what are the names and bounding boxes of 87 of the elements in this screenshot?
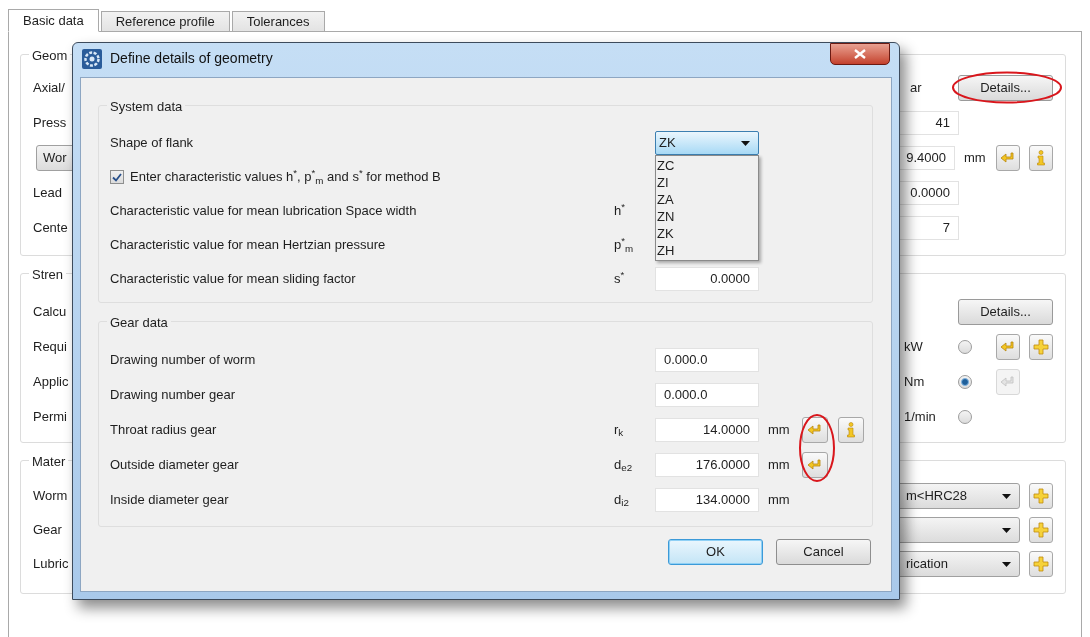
dropdown-option[interactable]: ZI	[656, 174, 758, 191]
field-label: Characteristic value for mean sliding factor	[110, 270, 357, 289]
unit-label: Nm	[903, 372, 926, 391]
input-field[interactable]: 14.0000	[655, 417, 759, 442]
apply-button[interactable]	[995, 333, 1020, 360]
dropdown-option[interactable]: ZK	[656, 225, 758, 242]
field-label: Cente	[33, 218, 68, 237]
field-label: Shape of flank	[110, 134, 195, 153]
apply-button[interactable]	[996, 144, 1020, 171]
radio-button[interactable]	[957, 374, 972, 389]
symbol-label: s$^{*}$	[614, 271, 625, 287]
caret-icon	[741, 140, 750, 146]
dropdown[interactable]: ZK	[655, 131, 759, 155]
close-icon	[854, 49, 866, 59]
input-field[interactable]: 0.000.0	[655, 382, 759, 407]
add-button[interactable]	[1028, 517, 1053, 543]
dialog-button[interactable]: OK	[668, 539, 763, 565]
plus-icon	[1032, 338, 1049, 355]
close-button[interactable]	[830, 43, 890, 65]
field-label: Inside diameter gear	[110, 490, 230, 509]
add-button[interactable]	[1028, 333, 1053, 360]
caret-icon	[1001, 493, 1011, 499]
field-label: Press	[33, 113, 67, 132]
symbol-label: r$_{k}$	[614, 421, 624, 437]
return-arrow-icon	[999, 340, 1016, 353]
field-label: Lead	[33, 183, 62, 202]
dropdown-option[interactable]: ZH	[656, 242, 758, 259]
add-button[interactable]	[1028, 483, 1053, 509]
dropdown-option[interactable]: ZA	[656, 191, 758, 208]
input-field[interactable]: 0.000.0	[655, 347, 759, 372]
unit-label: mm	[768, 490, 791, 509]
symbol-label: d$_{e2}$	[614, 456, 633, 472]
info-icon	[846, 421, 856, 438]
field-label: ar	[909, 78, 922, 97]
return-arrow-icon	[999, 151, 1016, 164]
unit-label: kW	[903, 337, 924, 356]
dropdown-option[interactable]: ZC	[656, 157, 758, 174]
tab[interactable]: Basic data	[8, 9, 99, 32]
dialog-button[interactable]: Cancel	[776, 539, 871, 565]
radio-button[interactable]	[957, 339, 972, 354]
window-title: Define details of geometry	[110, 49, 273, 68]
details-button[interactable]: Details...	[958, 74, 1053, 101]
return-arrow-icon	[807, 423, 823, 436]
field-label: Gear	[33, 521, 62, 540]
caret-icon	[1001, 527, 1011, 533]
unit-label: mm	[963, 148, 987, 167]
field-label: Drawing number gear	[110, 385, 236, 404]
radio-button[interactable]	[957, 409, 972, 424]
info-icon	[1036, 149, 1047, 166]
checkbox[interactable]	[110, 170, 124, 184]
caret-icon	[1001, 561, 1011, 567]
tab[interactable]: Reference profile	[100, 11, 230, 32]
field-label: Calcu	[33, 302, 67, 321]
field-label: Characteristic value for mean Hertzian pressure	[110, 236, 387, 255]
plus-icon	[1032, 556, 1049, 572]
field-label: Outside diameter gear	[110, 455, 240, 474]
apply-button[interactable]	[802, 451, 828, 478]
input-field[interactable]: 176.0000	[655, 452, 759, 477]
dropdown-option[interactable]: ZN	[656, 208, 758, 225]
return-arrow-icon	[807, 458, 823, 471]
field-label: Requi	[33, 337, 67, 356]
app-icon	[82, 48, 102, 69]
plus-icon	[1032, 488, 1049, 504]
symbol-label: d$_{i2}$	[614, 491, 629, 507]
info-button[interactable]	[1029, 144, 1053, 171]
unit-label: mm	[768, 455, 791, 474]
field-label: Permi	[33, 407, 67, 426]
plus-icon	[1032, 522, 1049, 538]
unit-label: 1/min	[903, 407, 937, 426]
return-arrow-icon	[999, 375, 1016, 388]
info-button[interactable]	[838, 416, 864, 443]
field-label: Applic	[33, 372, 69, 391]
symbol-label: h$^{*}$	[614, 203, 626, 219]
tab[interactable]: Tolerances	[231, 11, 325, 32]
input-field[interactable]: 0.0000	[655, 267, 759, 291]
unit-label: mm	[768, 420, 791, 439]
field-label: Characteristic value for mean lubrication Space width	[110, 202, 418, 221]
field-label: Lubric	[33, 555, 69, 574]
apply-button[interactable]	[802, 416, 828, 443]
add-button[interactable]	[1028, 551, 1053, 577]
field-label: Axial/	[33, 78, 65, 97]
details-button[interactable]: Details...	[958, 298, 1053, 325]
checkbox-label: Enter characteristic values h$^{*}$, p$^{*}$$_{m}$ and s$^{*}$ for method B	[130, 167, 441, 187]
field-label: Drawing number of worm	[110, 350, 257, 369]
input-field[interactable]: 134.0000	[655, 487, 759, 512]
field-label: Worm	[33, 487, 68, 506]
field-label: Throat radius gear	[110, 420, 218, 439]
